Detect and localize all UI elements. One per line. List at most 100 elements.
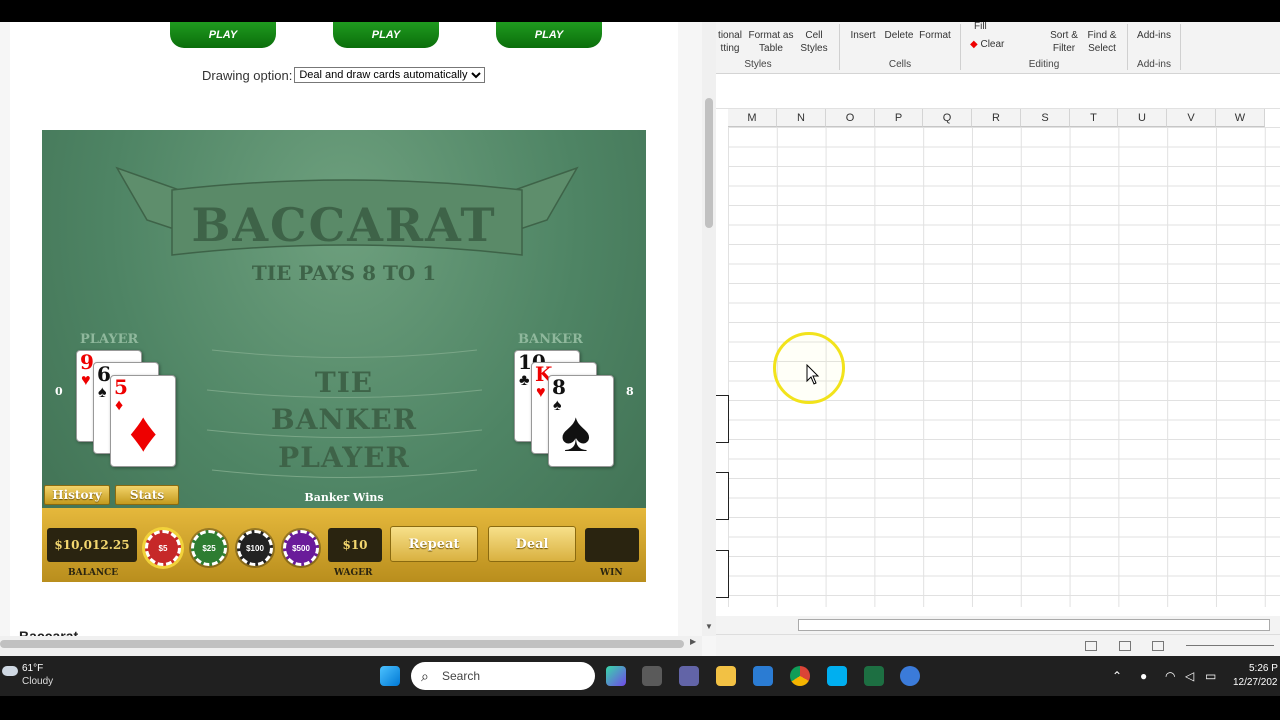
history-button[interactable]: History bbox=[44, 485, 110, 505]
balance-display: $10,012.25 bbox=[47, 528, 137, 562]
excel-status-bar bbox=[716, 634, 1280, 656]
app-icon[interactable] bbox=[900, 666, 920, 686]
page-break-icon[interactable] bbox=[1152, 641, 1164, 651]
control-tray: $10,012.25 BALANCE $5 $25 $100 $500 $10 … bbox=[42, 508, 646, 582]
add-ins-button[interactable]: Add-ins bbox=[1134, 29, 1174, 42]
store-icon[interactable] bbox=[753, 666, 773, 686]
cell-border-box bbox=[716, 395, 729, 443]
editing-group-label: Editing bbox=[1028, 59, 1060, 70]
copilot-icon[interactable] bbox=[606, 666, 626, 686]
wager-display: $10 bbox=[328, 528, 382, 562]
play-button-1[interactable]: PLAY bbox=[170, 22, 276, 48]
drawing-option-label: Drawing option: bbox=[202, 67, 293, 83]
column-header-p[interactable]: P bbox=[875, 109, 923, 127]
excel-icon[interactable] bbox=[864, 666, 884, 686]
find-select-button[interactable]: Find & Select bbox=[1082, 29, 1122, 55]
cloud-icon bbox=[2, 666, 18, 676]
column-header-q[interactable]: Q bbox=[923, 109, 972, 127]
column-header-m[interactable]: M bbox=[728, 109, 777, 127]
wager-label: WAGER bbox=[334, 568, 373, 578]
spade-icon: ♠ bbox=[561, 400, 591, 463]
delete-button[interactable]: Delete bbox=[882, 29, 916, 42]
scroll-thumb[interactable] bbox=[705, 98, 713, 228]
battery-icon[interactable]: ▭ bbox=[1205, 669, 1216, 683]
cell-styles-button[interactable]: Cell Styles bbox=[796, 29, 832, 55]
scroll-thumb[interactable] bbox=[0, 640, 684, 648]
ribbon-label: Cell bbox=[805, 30, 823, 41]
formula-bar[interactable] bbox=[716, 75, 1280, 109]
repeat-button[interactable]: Repeat bbox=[390, 526, 478, 562]
ribbon-label: Sort & bbox=[1050, 30, 1078, 41]
ribbon-separator bbox=[960, 24, 961, 70]
chip-label: $25 bbox=[202, 543, 216, 553]
column-header-w[interactable]: W bbox=[1216, 109, 1265, 127]
wifi-icon[interactable]: ◠ bbox=[1165, 669, 1175, 683]
play-button-2[interactable]: PLAY bbox=[333, 22, 439, 48]
taskbar-search[interactable]: ⌕ Search bbox=[411, 662, 595, 690]
conditional-formatting-button[interactable]: tional tting bbox=[716, 29, 744, 55]
chip-100[interactable]: $100 bbox=[237, 530, 273, 566]
browser-horizontal-scrollbar[interactable]: ▶ bbox=[0, 636, 702, 656]
chip-label: $5 bbox=[158, 543, 168, 553]
normal-view-icon[interactable] bbox=[1085, 641, 1097, 651]
format-button[interactable]: Format bbox=[918, 29, 952, 42]
ribbon-label: Clear bbox=[980, 39, 1005, 50]
game-subtitle: TIE PAYS 8 TO 1 bbox=[251, 261, 437, 285]
search-placeholder: Search bbox=[442, 669, 481, 683]
chevron-up-icon[interactable]: ⌃ bbox=[1112, 669, 1122, 683]
clock-date[interactable]: 12/27/202 bbox=[1233, 677, 1278, 688]
bottom-bar bbox=[0, 696, 1280, 720]
page-layout-icon[interactable] bbox=[1119, 641, 1131, 651]
file-explorer-icon[interactable] bbox=[716, 666, 736, 686]
ribbon-label: tional bbox=[718, 30, 742, 41]
browser-vertical-scrollbar[interactable]: ▼ bbox=[702, 22, 716, 636]
browser-window: PLAY PLAY PLAY Drawing option: Deal and … bbox=[0, 22, 716, 656]
play-button-3[interactable]: PLAY bbox=[496, 22, 602, 48]
zoom-slider[interactable] bbox=[1186, 645, 1274, 646]
clear-button[interactable]: ◆ Clear bbox=[970, 38, 1020, 51]
volume-icon[interactable]: ◁ bbox=[1185, 669, 1194, 683]
column-header-o[interactable]: O bbox=[826, 109, 875, 127]
chrome-icon[interactable] bbox=[790, 666, 810, 686]
drawing-option: Drawing option: Deal and draw cards auto… bbox=[202, 67, 486, 83]
ribbon-separator bbox=[1180, 24, 1181, 70]
column-header-n[interactable]: N bbox=[777, 109, 826, 127]
card-rank: 6 bbox=[97, 362, 111, 386]
scroll-right-icon[interactable]: ▶ bbox=[690, 637, 696, 646]
task-view-icon[interactable] bbox=[642, 666, 662, 686]
teams-icon[interactable] bbox=[679, 666, 699, 686]
skype-icon[interactable] bbox=[827, 666, 847, 686]
column-header-t[interactable]: T bbox=[1070, 109, 1118, 127]
microphone-icon[interactable]: ● bbox=[1140, 669, 1147, 683]
column-header-v[interactable]: V bbox=[1167, 109, 1216, 127]
format-as-table-button[interactable]: Format as Table bbox=[748, 29, 794, 55]
cell-border-box bbox=[716, 550, 729, 598]
weather-condition[interactable]: Cloudy bbox=[22, 676, 53, 687]
column-header-u[interactable]: U bbox=[1118, 109, 1167, 127]
weather-temperature[interactable]: 61°F bbox=[22, 663, 43, 674]
column-header-s[interactable]: S bbox=[1021, 109, 1070, 127]
cell-border-box bbox=[716, 472, 729, 520]
ribbon-separator bbox=[839, 24, 840, 70]
chip-500[interactable]: $500 bbox=[283, 530, 319, 566]
win-label: WIN bbox=[600, 568, 623, 578]
stats-button[interactable]: Stats bbox=[115, 485, 179, 505]
taskbar: 61°F Cloudy ⌕ Search ⌃ ● ◠ ◁ ▭ 5:26 P 12… bbox=[0, 656, 1280, 696]
chip-25[interactable]: $25 bbox=[191, 530, 227, 566]
heart-icon: ♥ bbox=[536, 384, 546, 401]
drawing-option-select[interactable]: Deal and draw cards automatically bbox=[294, 67, 486, 83]
player-card-3: 5 ♦ ♦ bbox=[110, 375, 176, 467]
sheet-horizontal-scrollbar[interactable] bbox=[798, 619, 1270, 631]
diamond-icon: ♦ bbox=[129, 400, 158, 463]
column-header-r[interactable]: R bbox=[972, 109, 1021, 127]
scroll-down-icon[interactable]: ▼ bbox=[705, 622, 713, 631]
deal-button[interactable]: Deal bbox=[488, 526, 576, 562]
start-icon[interactable] bbox=[380, 666, 400, 686]
insert-button[interactable]: Insert bbox=[848, 29, 878, 42]
add-ins-group-label: Add-ins bbox=[1137, 59, 1171, 70]
clock-time[interactable]: 5:26 P bbox=[1249, 663, 1278, 674]
sort-filter-button[interactable]: Sort & Filter bbox=[1044, 29, 1084, 55]
mouse-cursor-icon bbox=[806, 364, 820, 385]
chip-5[interactable]: $5 bbox=[145, 530, 181, 566]
fill-button[interactable]: Fill bbox=[974, 22, 1004, 33]
